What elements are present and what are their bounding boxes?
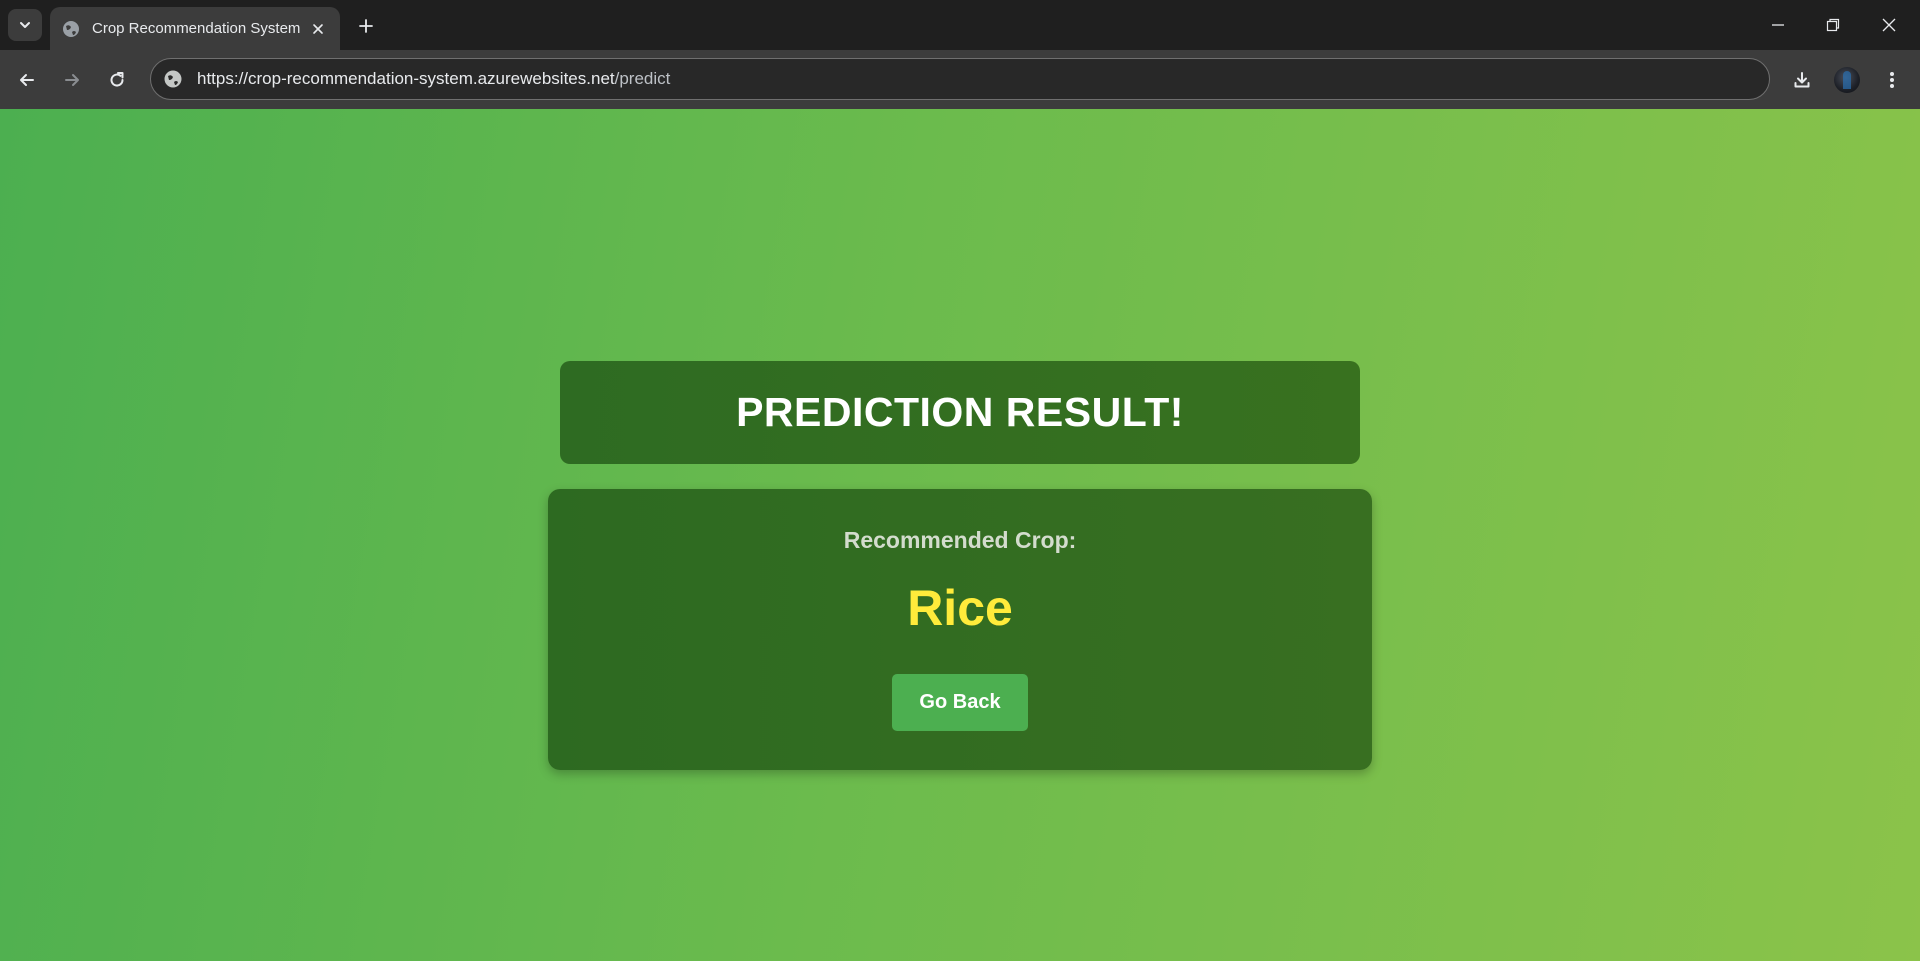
download-icon bbox=[1794, 72, 1810, 88]
site-info-icon[interactable] bbox=[163, 69, 183, 89]
url-text: https://crop-recommendation-system.azure… bbox=[197, 69, 670, 89]
profile-button[interactable] bbox=[1831, 64, 1863, 96]
back-button[interactable] bbox=[11, 64, 43, 96]
new-tab-button[interactable] bbox=[352, 12, 380, 40]
avatar bbox=[1834, 67, 1860, 93]
kebab-menu-icon bbox=[1890, 72, 1894, 88]
tab-close-button[interactable] bbox=[308, 19, 328, 39]
reload-button[interactable] bbox=[101, 64, 133, 96]
page-title: PREDICTION RESULT! bbox=[736, 389, 1184, 435]
minimize-icon bbox=[1772, 24, 1784, 26]
address-bar[interactable]: https://crop-recommendation-system.azure… bbox=[150, 58, 1770, 100]
result-label: Recommended Crop: bbox=[843, 527, 1077, 553]
restore-button[interactable] bbox=[1810, 8, 1856, 42]
page-viewport: PREDICTION RESULT! Recommended Crop: Ric… bbox=[0, 109, 1920, 961]
close-icon bbox=[313, 23, 323, 34]
reload-icon bbox=[110, 72, 124, 87]
downloads-button[interactable] bbox=[1786, 64, 1818, 96]
tab-title: Crop Recommendation System bbox=[92, 20, 301, 37]
go-back-button[interactable]: Go Back bbox=[892, 674, 1028, 731]
close-window-button[interactable] bbox=[1866, 8, 1912, 42]
arrow-right-icon bbox=[65, 74, 79, 86]
recommended-crop-value: Rice bbox=[907, 580, 1013, 636]
globe-icon bbox=[62, 20, 80, 38]
tab-search-button[interactable] bbox=[8, 9, 42, 41]
close-icon bbox=[1882, 18, 1896, 32]
result-card: Recommended Crop: Rice Go Back bbox=[548, 489, 1372, 770]
minimize-button[interactable] bbox=[1755, 8, 1801, 42]
restore-icon bbox=[1826, 18, 1840, 32]
active-tab[interactable]: Crop Recommendation System bbox=[50, 7, 340, 50]
tab-strip: Crop Recommendation System bbox=[0, 0, 1920, 50]
browser-toolbar: https://crop-recommendation-system.azure… bbox=[0, 50, 1920, 109]
chevron-down-icon bbox=[20, 22, 30, 28]
browser-menu-button[interactable] bbox=[1876, 64, 1908, 96]
page-header-card: PREDICTION RESULT! bbox=[560, 361, 1360, 464]
plus-icon bbox=[359, 19, 373, 33]
arrow-left-icon bbox=[20, 74, 34, 86]
forward-button[interactable] bbox=[56, 64, 88, 96]
url-path: /predict bbox=[614, 69, 671, 88]
url-base: https://crop-recommendation-system.azure… bbox=[197, 69, 615, 88]
